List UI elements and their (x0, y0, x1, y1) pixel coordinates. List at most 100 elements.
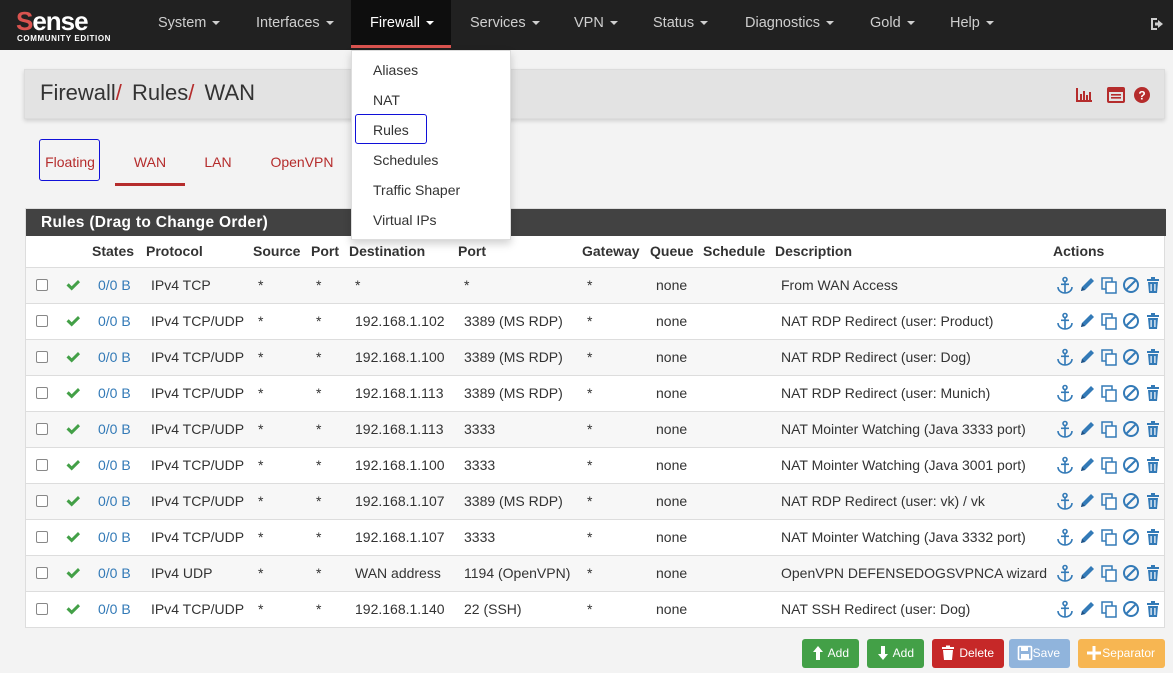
pencil-icon[interactable] (1078, 600, 1096, 618)
anchor-icon[interactable] (1056, 600, 1074, 618)
table-row[interactable]: 0/0 B IPv4 TCP/UDP * * 192.168.1.113 3333 * non… (26, 411, 1164, 447)
check-icon[interactable] (65, 421, 81, 437)
ban-icon[interactable] (1122, 600, 1140, 618)
separator-button[interactable]: Separator (1078, 639, 1165, 668)
nav-gold[interactable]: Gold (870, 0, 915, 48)
menu-item-nat[interactable]: NAT (373, 85, 400, 115)
copy-icon[interactable] (1100, 276, 1118, 294)
anchor-icon[interactable] (1056, 348, 1074, 366)
check-icon[interactable] (65, 277, 81, 293)
nav-vpn[interactable]: VPN (574, 0, 618, 48)
cell-states[interactable]: 0/0 B (98, 556, 131, 592)
copy-icon[interactable] (1100, 528, 1118, 546)
cell-states[interactable]: 0/0 B (98, 484, 131, 520)
table-row[interactable]: 0/0 B IPv4 TCP/UDP * * 192.168.1.100 3389 (MS… (26, 339, 1164, 375)
cell-states[interactable]: 0/0 B (98, 304, 131, 340)
nav-status[interactable]: Status (653, 0, 709, 48)
ban-icon[interactable] (1122, 420, 1140, 438)
help-icon[interactable]: ? (1133, 86, 1151, 104)
copy-icon[interactable] (1100, 348, 1118, 366)
anchor-icon[interactable] (1056, 492, 1074, 510)
pencil-icon[interactable] (1078, 276, 1096, 294)
nav-services[interactable]: Services (470, 0, 540, 48)
row-select-checkbox[interactable] (36, 495, 48, 507)
row-select-checkbox[interactable] (36, 279, 48, 291)
check-icon[interactable] (65, 385, 81, 401)
pencil-icon[interactable] (1078, 420, 1096, 438)
check-icon[interactable] (65, 529, 81, 545)
trash-icon[interactable] (1144, 528, 1162, 546)
row-select-checkbox[interactable] (36, 603, 48, 615)
sign-out-icon[interactable] (1149, 16, 1165, 32)
table-row[interactable]: 0/0 B IPv4 UDP * * WAN address 1194 (OpenVPN)… (26, 555, 1164, 591)
table-row[interactable]: 0/0 B IPv4 TCP * * * * * none From WAN Access (26, 267, 1164, 303)
copy-icon[interactable] (1100, 384, 1118, 402)
save-button[interactable]: Save (1009, 639, 1070, 668)
copy-icon[interactable] (1100, 456, 1118, 474)
cell-states[interactable]: 0/0 B (98, 412, 131, 448)
tab-openvpn[interactable]: OpenVPN (262, 138, 342, 186)
copy-icon[interactable] (1100, 564, 1118, 582)
anchor-icon[interactable] (1056, 528, 1074, 546)
ban-icon[interactable] (1122, 456, 1140, 474)
cell-states[interactable]: 0/0 B (98, 376, 131, 412)
pencil-icon[interactable] (1078, 456, 1096, 474)
row-select-checkbox[interactable] (36, 531, 48, 543)
anchor-icon[interactable] (1056, 420, 1074, 438)
pencil-icon[interactable] (1078, 564, 1096, 582)
nav-help[interactable]: Help (950, 0, 994, 48)
pencil-icon[interactable] (1078, 312, 1096, 330)
add-bottom-button[interactable]: Add (867, 639, 924, 668)
nav-interfaces[interactable]: Interfaces (256, 0, 334, 48)
table-row[interactable]: 0/0 B IPv4 TCP/UDP * * 192.168.1.102 3389 (MS… (26, 303, 1164, 339)
copy-icon[interactable] (1100, 312, 1118, 330)
copy-icon[interactable] (1100, 420, 1118, 438)
ban-icon[interactable] (1122, 348, 1140, 366)
anchor-icon[interactable] (1056, 384, 1074, 402)
pencil-icon[interactable] (1078, 528, 1096, 546)
trash-icon[interactable] (1144, 348, 1162, 366)
chart-bar-icon[interactable] (1075, 86, 1093, 104)
trash-icon[interactable] (1144, 312, 1162, 330)
row-select-checkbox[interactable] (36, 423, 48, 435)
nav-diagnostics[interactable]: Diagnostics (745, 0, 834, 48)
menu-item-aliases[interactable]: Aliases (373, 55, 418, 85)
copy-icon[interactable] (1100, 492, 1118, 510)
row-select-checkbox[interactable] (36, 459, 48, 471)
tab-lan[interactable]: LAN (195, 138, 241, 186)
cell-states[interactable]: 0/0 B (98, 520, 131, 556)
table-row[interactable]: 0/0 B IPv4 TCP/UDP * * 192.168.1.107 3389 (MS… (26, 483, 1164, 519)
table-row[interactable]: 0/0 B IPv4 TCP/UDP * * 192.168.1.107 3333 * non… (26, 519, 1164, 555)
anchor-icon[interactable] (1056, 456, 1074, 474)
anchor-icon[interactable] (1056, 564, 1074, 582)
check-icon[interactable] (65, 349, 81, 365)
trash-icon[interactable] (1144, 276, 1162, 294)
ban-icon[interactable] (1122, 312, 1140, 330)
pencil-icon[interactable] (1078, 492, 1096, 510)
list-icon[interactable] (1107, 86, 1125, 104)
check-icon[interactable] (65, 493, 81, 509)
breadcrumb-rules[interactable]: Rules (132, 80, 188, 105)
ban-icon[interactable] (1122, 492, 1140, 510)
trash-icon[interactable] (1144, 420, 1162, 438)
trash-icon[interactable] (1144, 564, 1162, 582)
anchor-icon[interactable] (1056, 276, 1074, 294)
table-row[interactable]: 0/0 B IPv4 TCP/UDP * * 192.168.1.100 3333 * non… (26, 447, 1164, 483)
copy-icon[interactable] (1100, 600, 1118, 618)
check-icon[interactable] (65, 601, 81, 617)
trash-icon[interactable] (1144, 600, 1162, 618)
tab-wan[interactable]: WAN (115, 138, 185, 186)
menu-item-schedules[interactable]: Schedules (373, 145, 438, 175)
ban-icon[interactable] (1122, 564, 1140, 582)
table-row[interactable]: 0/0 B IPv4 TCP/UDP * * 192.168.1.140 22 (SSH)… (26, 591, 1164, 627)
cell-states[interactable]: 0/0 B (98, 340, 131, 376)
trash-icon[interactable] (1144, 384, 1162, 402)
add-top-button[interactable]: Add (802, 639, 859, 668)
trash-icon[interactable] (1144, 456, 1162, 474)
ban-icon[interactable] (1122, 384, 1140, 402)
pencil-icon[interactable] (1078, 348, 1096, 366)
anchor-icon[interactable] (1056, 312, 1074, 330)
row-select-checkbox[interactable] (36, 351, 48, 363)
cell-states[interactable]: 0/0 B (98, 268, 131, 304)
pfsense-logo[interactable]: Sense COMMUNITY EDITION (14, 7, 129, 45)
